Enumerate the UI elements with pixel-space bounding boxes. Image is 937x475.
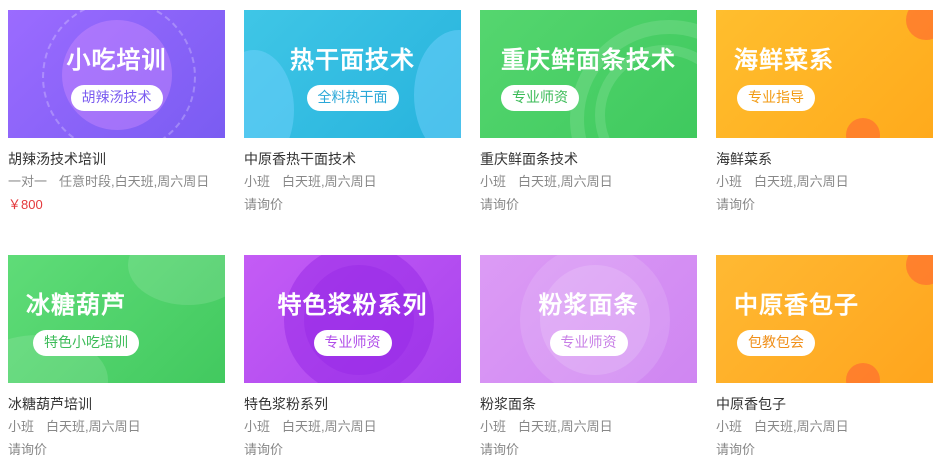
- class-schedule: 白天班,周六周日: [46, 419, 141, 434]
- banner-tag: 专业指导: [737, 85, 815, 111]
- course-card[interactable]: 粉浆面条 专业师资 粉浆面条 小班 白天班,周六周日 请询价: [480, 255, 697, 458]
- course-meta: 小班 白天班,周六周日: [480, 418, 697, 435]
- class-type: 一对一: [8, 174, 48, 189]
- course-meta: 小班 白天班,周六周日: [716, 418, 933, 435]
- class-type: 小班: [244, 174, 271, 189]
- course-name[interactable]: 中原香包子: [716, 395, 933, 413]
- class-schedule: 白天班,周六周日: [282, 419, 377, 434]
- course-name[interactable]: 特色浆粉系列: [244, 395, 461, 413]
- course-name[interactable]: 海鲜菜系: [716, 150, 933, 168]
- course-price: 请询价: [716, 442, 756, 457]
- class-schedule: 白天班,周六周日: [282, 174, 377, 189]
- course-meta: 小班 白天班,周六周日: [8, 418, 225, 435]
- course-price: 请询价: [8, 442, 48, 457]
- banner-title: 特色浆粉系列: [277, 291, 428, 319]
- course-price: 请询价: [716, 197, 756, 212]
- banner-tag: 专业师资: [501, 85, 579, 111]
- banner-title: 小吃培训: [66, 46, 167, 74]
- banner-title: 冰糖葫芦: [26, 291, 126, 319]
- course-card[interactable]: 海鲜菜系 专业指导 海鲜菜系 小班 白天班,周六周日 请询价: [716, 10, 933, 213]
- class-type: 小班: [480, 174, 507, 189]
- class-type: 小班: [480, 419, 507, 434]
- course-meta: 一对一 任意时段,白天班,周六周日: [8, 173, 225, 190]
- course-meta: 小班 白天班,周六周日: [716, 173, 933, 190]
- course-price: 请询价: [244, 442, 284, 457]
- banner-tag: 包教包会: [737, 330, 815, 356]
- course-card[interactable]: 冰糖葫芦 特色小吃培训 冰糖葫芦培训 小班 白天班,周六周日 请询价: [8, 255, 225, 458]
- class-type: 小班: [244, 419, 271, 434]
- course-name[interactable]: 粉浆面条: [480, 395, 697, 413]
- banner-title: 粉浆面条: [538, 291, 639, 319]
- course-meta: 小班 白天班,周六周日: [244, 418, 461, 435]
- class-schedule: 白天班,周六周日: [754, 419, 849, 434]
- course-name[interactable]: 冰糖葫芦培训: [8, 395, 225, 413]
- course-price: 请询价: [244, 197, 284, 212]
- class-type: 小班: [716, 419, 743, 434]
- course-meta: 小班 白天班,周六周日: [244, 173, 461, 190]
- course-name[interactable]: 中原香热干面技术: [244, 150, 461, 168]
- course-card[interactable]: 重庆鲜面条技术 专业师资 重庆鲜面条技术 小班 白天班,周六周日 请询价: [480, 10, 697, 213]
- course-name[interactable]: 胡辣汤技术培训: [8, 150, 225, 168]
- course-banner[interactable]: 粉浆面条 专业师资: [480, 255, 697, 383]
- banner-tag: 特色小吃培训: [33, 330, 139, 356]
- course-banner[interactable]: 中原香包子 包教包会: [716, 255, 933, 383]
- course-card[interactable]: 热干面技术 全料热干面 中原香热干面技术 小班 白天班,周六周日 请询价: [244, 10, 461, 213]
- course-banner[interactable]: 冰糖葫芦 特色小吃培训: [8, 255, 225, 383]
- banner-title: 重庆鲜面条技术: [501, 46, 676, 74]
- class-type: 小班: [8, 419, 35, 434]
- course-card[interactable]: 小吃培训 胡辣汤技术 胡辣汤技术培训 一对一 任意时段,白天班,周六周日 ￥800: [8, 10, 225, 213]
- course-price: ￥800: [8, 197, 43, 212]
- course-meta: 小班 白天班,周六周日: [480, 173, 697, 190]
- course-banner[interactable]: 海鲜菜系 专业指导: [716, 10, 933, 138]
- banner-tag: 专业师资: [313, 330, 392, 356]
- course-grid: 小吃培训 胡辣汤技术 胡辣汤技术培训 一对一 任意时段,白天班,周六周日 ￥800…: [0, 0, 937, 475]
- banner-tag: 全料热干面: [306, 85, 399, 111]
- course-banner[interactable]: 小吃培训 胡辣汤技术: [8, 10, 225, 138]
- class-schedule: 白天班,周六周日: [518, 174, 613, 189]
- course-price: 请询价: [480, 442, 520, 457]
- course-name[interactable]: 重庆鲜面条技术: [480, 150, 697, 168]
- course-price: 请询价: [480, 197, 520, 212]
- course-card[interactable]: 中原香包子 包教包会 中原香包子 小班 白天班,周六周日 请询价: [716, 255, 933, 458]
- class-schedule: 白天班,周六周日: [754, 174, 849, 189]
- class-type: 小班: [716, 174, 743, 189]
- course-banner[interactable]: 特色浆粉系列 专业师资: [244, 255, 461, 383]
- course-banner[interactable]: 热干面技术 全料热干面: [244, 10, 461, 138]
- class-schedule: 任意时段,白天班,周六周日: [59, 174, 210, 189]
- banner-title: 海鲜菜系: [734, 46, 834, 74]
- banner-title: 热干面技术: [290, 46, 415, 74]
- class-schedule: 白天班,周六周日: [518, 419, 613, 434]
- banner-tag: 专业师资: [549, 330, 628, 356]
- banner-title: 中原香包子: [734, 291, 859, 319]
- course-banner[interactable]: 重庆鲜面条技术 专业师资: [480, 10, 697, 138]
- banner-tag: 胡辣汤技术: [70, 85, 163, 111]
- course-card[interactable]: 特色浆粉系列 专业师资 特色浆粉系列 小班 白天班,周六周日 请询价: [244, 255, 461, 458]
